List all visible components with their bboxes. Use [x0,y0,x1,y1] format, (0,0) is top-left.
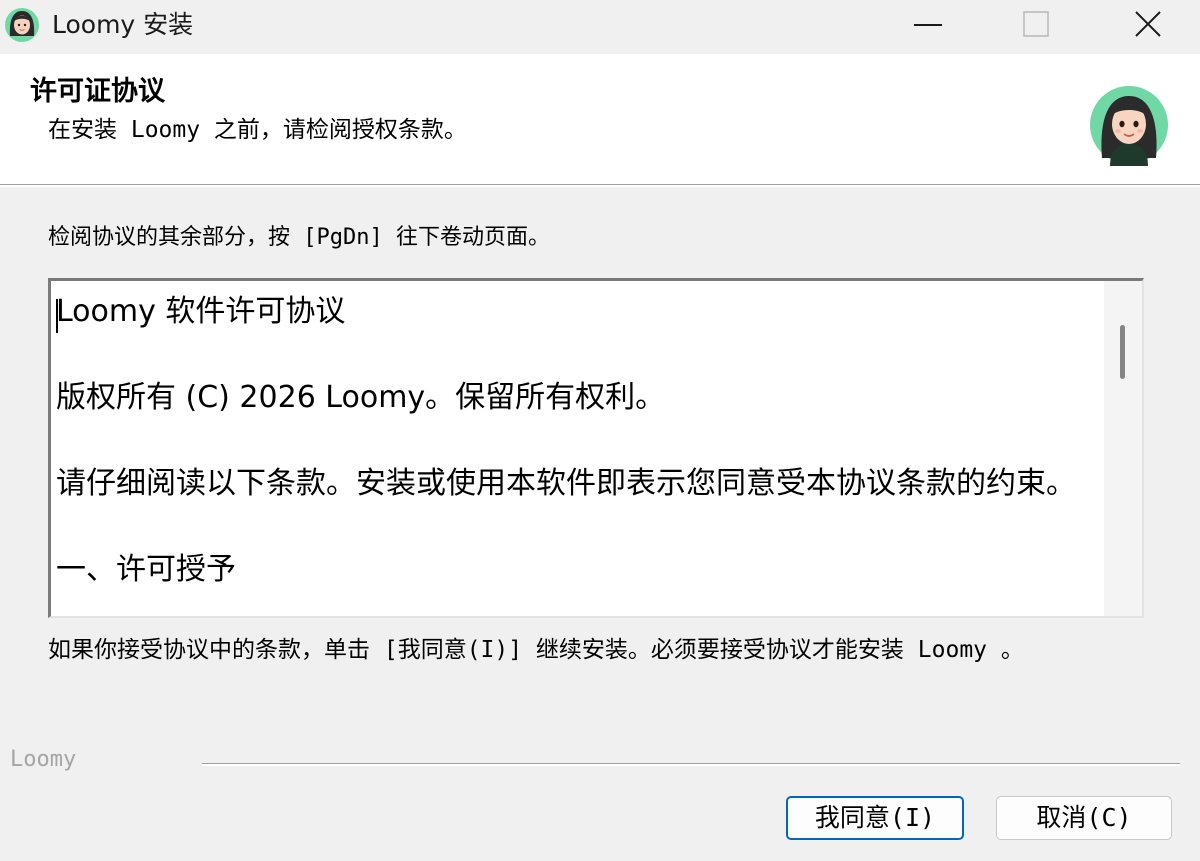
scroll-instruction: 检阅协议的其余部分，按 [PgDn] 往下卷动页面。 [48,225,550,250]
header-avatar [1088,84,1170,166]
license-notice: 请仔细阅读以下条款。安装或使用本软件即表示您同意受本协议条款的约束。 [56,466,1076,501]
footer-divider-highlight [202,764,1180,766]
window-title: Loomy 安装 [52,10,194,39]
maximize-button[interactable] [992,0,1080,50]
scrollbar-thumb[interactable] [1120,325,1125,379]
app-avatar-icon [4,6,40,44]
license-section-heading: 一、许可授予 [56,552,236,587]
title-bar: Loomy 安装 [0,0,1200,52]
agree-button[interactable]: 我同意(I) [786,796,964,840]
page-header: 许可证协议 在安装 Loomy 之前，请检阅授权条款。 [0,54,1200,184]
minimize-button[interactable] [884,0,972,50]
text-caret [56,299,58,333]
license-heading: Loomy 软件许可协议 [56,294,346,329]
license-textbox[interactable]: Loomy 软件许可协议 版权所有 (C) 2026 Loomy。保留所有权利。… [48,278,1144,618]
page-title: 许可证协议 [30,76,165,107]
cancel-button[interactable]: 取消(C) [996,796,1172,840]
accept-instruction: 如果你接受协议中的条款，单击 [我同意(I)] 继续安装。必须要接受协议才能安装… [48,637,1024,663]
license-text: Loomy 软件许可协议 版权所有 (C) 2026 Loomy。保留所有权利。… [56,291,1096,591]
vertical-scrollbar[interactable] [1104,281,1142,616]
license-copyright: 版权所有 (C) 2026 Loomy。保留所有权利。 [56,380,666,415]
page-subtitle: 在安装 Loomy 之前，请检阅授权条款。 [48,117,467,143]
brand-label: Loomy [10,747,77,772]
header-divider-highlight [0,185,1200,187]
close-button[interactable] [1104,0,1192,50]
